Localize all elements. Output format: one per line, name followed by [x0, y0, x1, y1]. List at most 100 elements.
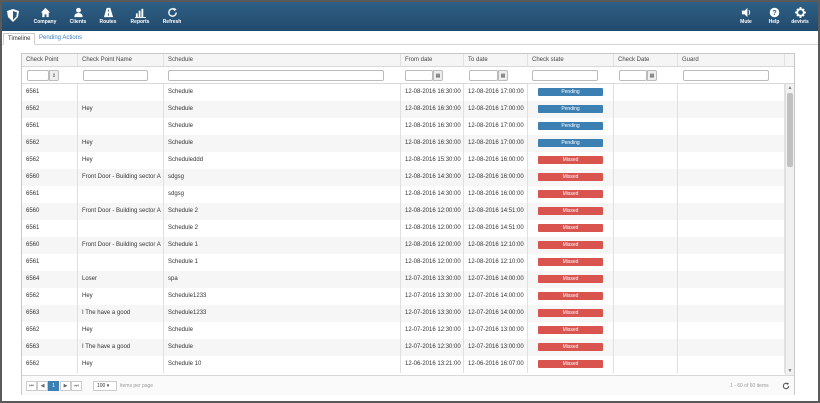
table-row[interactable]: 6562 Hey Schedule 10 12-06-2016 13:21:00 12-… [22, 356, 785, 373]
cell-from-date: 12-08-2016 12:00:00 [401, 203, 464, 220]
column-header-check-point-name[interactable]: Check Point Name [78, 54, 164, 66]
table-row[interactable]: 6561 sdgsg 12-08-2016 14:30:00 12-08-2016 1… [22, 186, 785, 203]
cell-check-point: 6562 [22, 356, 78, 373]
column-header-check-point[interactable]: Check Point [22, 54, 78, 66]
cell-check-date [614, 237, 678, 254]
cell-check-state: Missed [528, 305, 614, 322]
cell-check-point: 6564 [22, 271, 78, 288]
page-size-select[interactable]: 100 ▾ [93, 381, 117, 391]
cell-check-point-name: I The have a good [78, 339, 164, 356]
cell-guard [678, 186, 785, 203]
shield-logo-icon [7, 9, 19, 22]
home-icon [40, 7, 50, 18]
calendar-icon[interactable]: ▦ [433, 70, 443, 81]
status-badge: Missed [538, 258, 603, 266]
column-header-from-date[interactable]: From date [401, 54, 464, 66]
cell-from-date: 12-08-2016 12:00:00 [401, 237, 464, 254]
cell-guard [678, 118, 785, 135]
filter-from-date-input[interactable] [405, 70, 433, 81]
table-row[interactable]: 6560 Front Door - Building sector Asdgsg 1… [22, 169, 785, 186]
cell-to-date: 12-08-2016 14:51:00 [464, 203, 528, 220]
table-row[interactable]: 6563 I The have a good Schedule 12-07-2016 … [22, 339, 785, 356]
table-row[interactable]: 6563 I The have a good Schedule1233 12-07-2… [22, 305, 785, 322]
cell-check-point-name: Hey [78, 356, 164, 373]
filter-check-point-stepper[interactable]: ⇕ [49, 70, 59, 81]
tab-pending-actions[interactable]: Pending Actions [35, 33, 86, 45]
cell-guard [678, 254, 785, 271]
table-row[interactable]: 6560 Front Door - Building sector A Schedu… [22, 237, 785, 254]
cell-check-date [614, 254, 678, 271]
table-row[interactable]: 6562 Hey Schedule1233 12-07-2016 13:30:00 12… [22, 288, 785, 305]
table-row[interactable]: 6561 Schedule 12-08-2016 16:30:00 12-08-201… [22, 84, 785, 101]
nav-clients[interactable]: Clients [62, 6, 94, 28]
table-row[interactable]: 6560 Front Door - Building sector A Schedu… [22, 203, 785, 220]
cell-guard [678, 220, 785, 237]
cell-schedule: Scheduleddd [164, 152, 401, 169]
cell-schedule: Schedule1233 [164, 305, 401, 322]
table-row[interactable]: 6561 Schedule 1 12-08-2016 12:00:00 12-08-2… [22, 254, 785, 271]
cell-check-point-name: Hey [78, 288, 164, 305]
nav-routes[interactable]: Routes [92, 6, 124, 28]
last-page-button[interactable]: ⏭ [71, 381, 82, 391]
table-row[interactable]: 6564 Loser spa 12-07-2016 13:30:00 12-07-201… [22, 271, 785, 288]
filter-check-point-input[interactable] [27, 70, 49, 81]
filter-check-date-input[interactable] [619, 70, 647, 81]
refresh-icon[interactable] [782, 382, 790, 390]
table-row[interactable]: 6562 Hey Schedule 12-08-2016 16:30:00 12-08-… [22, 135, 785, 152]
cell-guard [678, 152, 785, 169]
nav-reports[interactable]: Reports [124, 6, 156, 28]
cell-guard [678, 339, 785, 356]
calendar-icon[interactable]: ▦ [498, 70, 508, 81]
cell-check-date [614, 84, 678, 101]
column-header-check-state[interactable]: Check state [528, 54, 614, 66]
column-header-schedule[interactable]: Schedule [164, 54, 401, 66]
table-row[interactable]: 6562 Hey Schedule 12-07-2016 12:30:00 12-07-… [22, 322, 785, 339]
nav-company[interactable]: Company [29, 6, 61, 28]
cell-to-date: 12-08-2016 17:00:00 [464, 135, 528, 152]
grid-body: 6561 Schedule 12-08-2016 16:30:00 12-08-201… [22, 84, 785, 375]
cell-check-point-name: I The have a good [78, 305, 164, 322]
cell-check-point-name: Front Door - Building sector A [78, 203, 164, 220]
prev-page-button[interactable]: ◀ [37, 381, 48, 391]
scrollbar-thumb[interactable] [787, 93, 793, 167]
cell-schedule: Schedule [164, 322, 401, 339]
cell-check-state: Missed [528, 339, 614, 356]
first-page-button[interactable]: ⏮ [26, 381, 37, 391]
cell-check-state: Missed [528, 237, 614, 254]
column-header-to-date[interactable]: To date [464, 54, 528, 66]
cell-to-date: 12-06-2016 16:07:00 [464, 356, 528, 373]
cell-check-date [614, 271, 678, 288]
current-page-button[interactable]: 1 [48, 381, 59, 391]
cell-check-state: Pending [528, 101, 614, 118]
column-header-guard[interactable]: Guard [678, 54, 785, 66]
nav-user[interactable]: devtvts [784, 6, 816, 28]
next-page-button[interactable]: ▶ [60, 381, 71, 391]
filter-schedule-input[interactable] [168, 70, 384, 81]
speaker-icon [741, 7, 750, 18]
scroll-up-icon[interactable]: ▲ [787, 85, 793, 91]
cell-check-point-name: Loser [78, 271, 164, 288]
status-badge: Pending [538, 139, 603, 147]
cell-check-state: Missed [528, 169, 614, 186]
vertical-scrollbar[interactable]: ▲ ▼ [785, 84, 794, 375]
filter-check-point-name-input[interactable] [83, 70, 148, 81]
cell-check-state: Missed [528, 271, 614, 288]
cell-check-date [614, 203, 678, 220]
filter-guard-input[interactable] [683, 70, 769, 81]
cell-to-date: 12-08-2016 14:51:00 [464, 220, 528, 237]
calendar-icon[interactable]: ▦ [647, 70, 657, 81]
table-row[interactable]: 6561 Schedule 2 12-08-2016 12:00:00 12-08-2… [22, 220, 785, 237]
table-row[interactable]: 6562 Hey Scheduleddd 12-08-2016 15:30:00 12-… [22, 152, 785, 169]
filter-check-state-input[interactable] [532, 70, 598, 81]
cell-from-date: 12-07-2016 12:30:00 [401, 339, 464, 356]
cell-check-date [614, 118, 678, 135]
table-row[interactable]: 6561 Schedule 12-08-2016 16:30:00 12-08-201… [22, 118, 785, 135]
tab-timeline[interactable]: Timeline [3, 33, 36, 45]
column-header-check-date[interactable]: Check Date [614, 54, 678, 66]
cell-schedule: Schedule1233 [164, 288, 401, 305]
scroll-down-icon[interactable]: ▼ [787, 368, 793, 374]
table-row[interactable]: 6562 Hey Schedule 12-08-2016 16:30:00 12-08-… [22, 101, 785, 118]
filter-to-date-input[interactable] [469, 70, 498, 81]
svg-text:?: ? [772, 8, 777, 17]
nav-refresh[interactable]: Refresh [156, 6, 188, 28]
